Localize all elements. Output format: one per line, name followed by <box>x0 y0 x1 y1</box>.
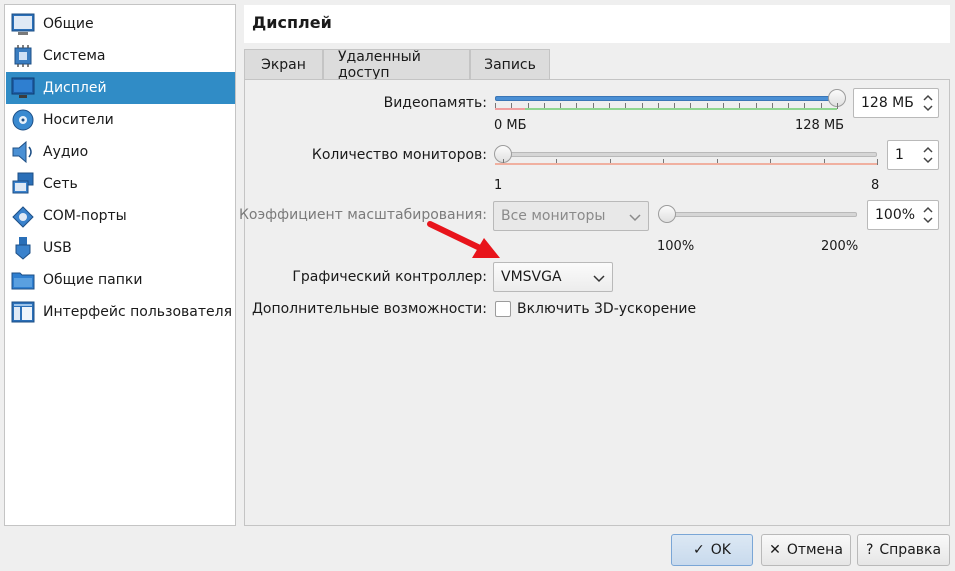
spinbox-arrows-icon[interactable] <box>921 144 935 166</box>
spinbox-value: 128 МБ <box>861 95 914 111</box>
graphics-controller-label: Графический контроллер: <box>292 269 487 285</box>
sidebar-item-label: Аудио <box>43 144 89 160</box>
tab-label: Экран <box>261 57 306 73</box>
scale-factor-slider[interactable] <box>658 202 857 228</box>
help-button[interactable]: ? Справка <box>857 534 950 566</box>
sidebar-item-audio[interactable]: Аудио <box>6 136 235 168</box>
network-icon <box>10 171 36 197</box>
ok-button[interactable]: ✓ OK <box>671 534 753 566</box>
tab-remote-display[interactable]: Удаленный доступ <box>323 49 470 81</box>
3d-acceleration-label[interactable]: Включить 3D-ускорение <box>517 301 696 317</box>
sidebar-item-label: Сеть <box>43 176 78 192</box>
tab-recording[interactable]: Запись <box>470 49 550 80</box>
sidebar-item-storage[interactable]: Носители <box>6 104 235 136</box>
monitor-count-spinbox[interactable]: 1 <box>887 140 939 170</box>
select-value: Все мониторы <box>501 208 606 224</box>
annotation-arrow-icon <box>427 221 500 258</box>
system-chip-icon <box>10 43 36 69</box>
sidebar-item-label: USB <box>43 240 72 256</box>
spinbox-value: 100% <box>875 207 916 223</box>
tab-label: Запись <box>484 57 536 73</box>
sidebar-item-label: Носители <box>43 112 114 128</box>
slider-groove <box>667 212 857 217</box>
monitor-count-max-label: 8 <box>871 178 880 193</box>
serial-port-icon <box>10 203 36 229</box>
cancel-button[interactable]: ✕ Отмена <box>761 534 851 566</box>
sidebar-item-label: Система <box>43 48 106 64</box>
sidebar-item-network[interactable]: Сеть <box>6 168 235 200</box>
sidebar-item-label: Общие <box>43 16 94 32</box>
slider-tick <box>837 103 838 109</box>
storage-disk-icon <box>10 107 36 133</box>
extended-features-label: Дополнительные возможности: <box>251 301 487 317</box>
monitor-count-zone <box>495 163 877 165</box>
sidebar-item-shared-folders[interactable]: Общие папки <box>6 264 235 296</box>
button-label: Отмена <box>786 542 843 558</box>
video-memory-min-label: 0 МБ <box>494 118 527 133</box>
page-header: Дисплей <box>244 5 950 43</box>
button-label: Справка <box>879 542 942 558</box>
monitor-count-label: Количество мониторов: <box>311 147 487 163</box>
user-interface-icon <box>10 299 36 325</box>
button-label: OK <box>710 542 731 558</box>
settings-category-list: Общие Система Дисплей Носители Аудио Сет… <box>4 4 236 526</box>
chevron-down-icon <box>629 211 641 227</box>
spinbox-value: 1 <box>895 147 904 163</box>
sidebar-item-label: COM-порты <box>43 208 127 224</box>
slider-handle[interactable] <box>658 205 676 223</box>
scale-factor-spinbox[interactable]: 100% <box>867 200 939 230</box>
scale-factor-max-label: 200% <box>821 239 859 254</box>
select-value: VMSVGA <box>501 269 562 285</box>
graphics-controller-select[interactable]: VMSVGA <box>493 262 613 292</box>
general-icon <box>10 11 36 37</box>
sidebar-item-user-interface[interactable]: Интерфейс пользователя <box>6 296 235 328</box>
video-memory-spinbox[interactable]: 128 МБ <box>853 88 939 118</box>
usb-icon <box>10 235 36 261</box>
page-title: Дисплей <box>252 13 332 32</box>
display-monitor-icon <box>10 75 36 101</box>
tab-label: Удаленный доступ <box>338 49 421 81</box>
chevron-down-icon <box>593 272 605 288</box>
sidebar-item-label: Общие папки <box>43 272 143 288</box>
3d-acceleration-checkbox[interactable] <box>495 301 511 317</box>
slider-tick <box>877 159 878 165</box>
sidebar-item-com-ports[interactable]: COM-порты <box>6 200 235 232</box>
video-memory-max-label: 128 МБ <box>795 118 845 133</box>
tab-screen[interactable]: Экран <box>244 49 323 80</box>
video-memory-ok-zone <box>525 108 837 110</box>
sidebar-item-system[interactable]: Система <box>6 40 235 72</box>
spinbox-arrows-icon[interactable] <box>921 92 935 114</box>
video-memory-label: Видеопамять: <box>383 95 487 111</box>
slider-groove <box>503 152 877 157</box>
scale-monitor-select[interactable]: Все мониторы <box>493 201 649 231</box>
sidebar-item-label: Интерфейс пользователя <box>43 304 233 320</box>
scale-factor-min-label: 100% <box>657 239 695 254</box>
shared-folder-icon <box>10 267 36 293</box>
video-memory-low-zone <box>495 108 525 110</box>
close-icon: ✕ <box>769 542 781 558</box>
sidebar-item-display[interactable]: Дисплей <box>6 72 235 104</box>
audio-speaker-icon <box>10 139 36 165</box>
checkmark-icon: ✓ <box>693 542 705 558</box>
spinbox-arrows-icon[interactable] <box>921 204 935 226</box>
monitor-count-min-label: 1 <box>494 178 503 193</box>
slider-fill <box>495 96 837 101</box>
sidebar-item-usb[interactable]: USB <box>6 232 235 264</box>
question-icon: ? <box>865 542 874 558</box>
sidebar-item-general[interactable]: Общие <box>6 8 235 40</box>
sidebar-item-label: Дисплей <box>43 80 107 96</box>
